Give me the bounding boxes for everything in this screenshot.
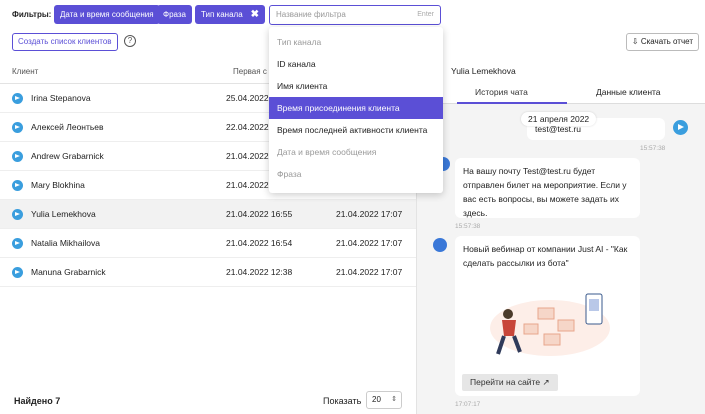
filter-option[interactable]: Имя клиента [269,75,443,97]
chip-label: Тип канала [201,10,243,19]
telegram-icon [12,238,23,249]
table-row[interactable]: Yulia Lemekhova 21.04.2022 16:55 21.04.202… [0,200,416,229]
column-header-first[interactable]: Первая с [233,67,267,76]
first-date: 22.04.2022 [226,122,269,132]
download-report-button[interactable]: ⇩ Скачать отчет [625,33,699,51]
go-to-site-label: Перейти на сайте [470,377,541,387]
client-name: Manuna Grabarnick [31,267,106,277]
message-time: 15:57:38 [455,223,481,230]
filter-option[interactable]: Дата и время сообщения [269,141,443,163]
show-label: Показать [323,396,362,406]
bot-message-webinar: Новый вебинар от компании Just AI - "Как… [455,236,640,396]
message-time: 17:07:17 [455,401,481,408]
telegram-icon [12,122,23,133]
date-separator: 21 апреля 2022 [521,112,597,126]
active-tab-indicator [457,102,567,104]
client-name: Natalia Mikhailova [31,238,100,248]
chat-panel: Yulia Lemekhova История чата Данные клие… [417,58,705,414]
bot-message-text: На вашу почту Test@test.ru будет отправл… [463,166,627,218]
first-date: 25.04.2022 [226,93,269,103]
chat-user-name: Yulia Lemekhova [451,66,516,76]
table-footer: Найдено 7 Показать 20 ⇕ [0,388,416,414]
telegram-icon [12,180,23,191]
filter-bar: Фильтры: Дата и время сообщения Фраза Ти… [0,0,705,30]
telegram-icon [12,209,23,220]
client-name: Irina Stepanova [31,93,91,103]
message-time: 15:57:38 [640,145,666,152]
telegram-icon [12,151,23,162]
filter-search-input[interactable]: Название фильтра Enter [269,5,441,25]
chat-header: Yulia Lemekhova [417,58,705,82]
report-label: Скачать отчет [640,37,693,46]
tab-client-data[interactable]: Данные клиента [596,87,661,97]
last-date: 21.04.2022 17:07 [336,238,403,248]
chat-tabs: История чата Данные клиента [417,82,705,104]
enter-hint: Enter [417,11,434,18]
last-date: 21.04.2022 17:07 [336,267,403,277]
filter-option[interactable]: Фраза [269,163,443,185]
client-name: Andrew Grabarnick [31,151,104,161]
filter-option[interactable]: Время последней активности клиента [269,119,443,141]
filter-dropdown: Тип канала ID канала Имя клиента Время прис… [269,27,443,193]
telegram-icon [673,120,688,135]
first-date: 21.04.2022 [226,180,269,190]
page-size-select[interactable]: 20 ⇕ [366,391,402,409]
tab-chat-history[interactable]: История чата [475,87,528,97]
bot-message: На вашу почту Test@test.ru будет отправл… [455,158,640,218]
table-row[interactable]: Natalia Mikhailova 21.04.2022 16:54 21.04.… [0,229,416,258]
first-date: 21.04.2022 16:54 [226,238,293,248]
client-name: Mary Blokhina [31,180,85,190]
download-icon: ⇩ [631,37,641,46]
client-name: Yulia Lemekhova [31,209,96,219]
filter-option[interactable]: Тип канала [269,31,443,53]
page: Фильтры: Дата и время сообщения Фраза Ти… [0,0,705,414]
first-date: 21.04.2022 12:38 [226,267,293,277]
client-name: Алексей Леонтьев [31,122,104,132]
filter-chip-datetime[interactable]: Дата и время сообщения [54,5,160,24]
filters-label: Фильтры: [12,10,52,19]
filter-option[interactable]: Время присоединения клиента [269,97,443,119]
help-icon[interactable]: ? [124,35,136,47]
filter-chip-phrase[interactable]: Фраза [157,5,193,24]
bot-icon [433,238,447,252]
filter-option[interactable]: ID канала [269,53,443,75]
webinar-illustration [490,293,610,356]
webinar-message-text: Новый вебинар от компании Just AI - "Как… [463,244,628,268]
table-row[interactable]: Manuna Grabarnick 21.04.2022 12:38 21.04.2… [0,258,416,287]
telegram-icon [12,267,23,278]
telegram-icon [12,93,23,104]
first-date: 21.04.2022 16:55 [226,209,293,219]
external-link-icon: ↗ [540,377,550,387]
create-client-list-button[interactable]: Создать список клиентов [12,33,118,51]
last-date: 21.04.2022 17:07 [336,209,403,219]
column-header-client[interactable]: Клиент [12,67,38,76]
filter-chip-channel[interactable]: Тип канала ✖ [195,5,266,24]
first-date: 21.04.2022 [226,151,269,161]
found-count: Найдено 7 [14,396,61,406]
page-size-value: 20 [372,395,381,404]
close-icon[interactable]: ✖ [251,9,259,20]
filter-input-placeholder: Название фильтра [276,10,346,19]
go-to-site-button[interactable]: Перейти на сайте ↗ [462,374,558,391]
chevron-updown-icon: ⇕ [391,396,397,403]
